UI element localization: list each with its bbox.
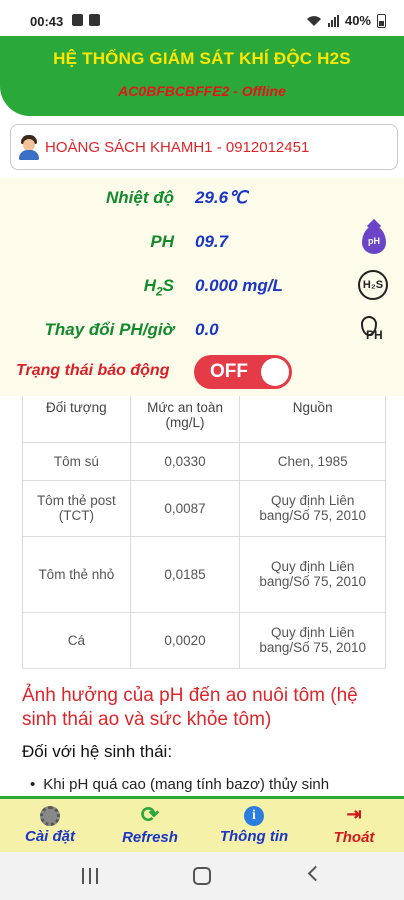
ph-row: PH 09.7 pH bbox=[0, 222, 404, 262]
table-row: Tôm thẻ nhỏ 0,0185 Quy định Liên bang/Số… bbox=[22, 535, 386, 613]
nav-label: Thông tin bbox=[219, 828, 289, 845]
alarm-row: Trạng thái báo động OFF bbox=[0, 352, 404, 392]
notification-icons bbox=[72, 14, 100, 26]
article-title: Ảnh hưởng của pH đến ao nuôi tôm (hệ sin… bbox=[22, 685, 358, 730]
table-cell: 0,0185 bbox=[129, 535, 241, 613]
alarm-toggle-text: OFF bbox=[210, 361, 248, 382]
wifi-icon bbox=[306, 15, 321, 26]
user-avatar-icon bbox=[17, 134, 41, 160]
ph-change-label: Thay đổi PH/giờ bbox=[44, 320, 174, 339]
h2s-icon: H₂S bbox=[358, 270, 390, 302]
app-title: HỆ THỐNG GIÁM SÁT KHÍ ĐỘC H2S bbox=[53, 49, 351, 68]
ph-label: PH bbox=[150, 232, 174, 251]
table-header: Mức an toàn (mg/L) bbox=[129, 396, 241, 443]
table-cell: 0,0087 bbox=[129, 479, 241, 537]
refresh-icon: ⟳ bbox=[140, 802, 160, 827]
nav-refresh-button[interactable]: ⟳ Refresh bbox=[100, 801, 200, 847]
temperature-label: Nhiệt độ bbox=[106, 188, 174, 207]
nav-label: Refresh bbox=[122, 829, 178, 846]
device-status: AC0BFBCBFFE2 - Offline bbox=[118, 83, 286, 99]
status-time: 00:43 bbox=[30, 14, 64, 29]
gallery-icon bbox=[89, 14, 100, 26]
alarm-label: Trạng thái báo động bbox=[16, 362, 170, 379]
table-header-row: Đối tượng Mức an toàn (mg/L) Nguồn bbox=[22, 396, 386, 443]
temperature-value: 29.6℃ bbox=[195, 188, 248, 207]
table-header: Đối tượng bbox=[22, 396, 131, 443]
table-cell: 0,0330 bbox=[129, 441, 241, 481]
recent-apps-icon[interactable] bbox=[82, 868, 98, 884]
info-icon: i bbox=[244, 806, 264, 826]
table-cell: Tôm thẻ nhỏ bbox=[22, 535, 131, 613]
battery-icon bbox=[377, 13, 386, 28]
bottom-nav: Cài đặt ⟳ Refresh i Thông tin ⇥ Thoát bbox=[0, 796, 404, 852]
table-cell: Quy định Liên bang/Số 75, 2010 bbox=[239, 479, 386, 537]
user-card[interactable]: HOÀNG SÁCH KHAMH1 - 0912012451 bbox=[10, 124, 398, 170]
signal-icon bbox=[327, 14, 339, 27]
temperature-row: Nhiệt độ 29.6℃ bbox=[0, 178, 404, 218]
table-cell: Quy định Liên bang/Số 75, 2010 bbox=[239, 611, 386, 669]
nav-label: Cài đặt bbox=[24, 828, 75, 845]
status-bar: 00:43 40% bbox=[0, 0, 404, 36]
h2s-row: H2S 0.000 mg/L H₂S bbox=[0, 266, 404, 306]
table-cell: Quy định Liên bang/Số 75, 2010 bbox=[239, 535, 386, 613]
settings-icon bbox=[40, 806, 60, 826]
back-icon[interactable] bbox=[307, 865, 324, 882]
system-nav-bar bbox=[0, 852, 404, 900]
h2s-label: H2S bbox=[143, 276, 174, 299]
logout-icon: ⇥ bbox=[346, 804, 362, 824]
alarm-toggle[interactable]: OFF bbox=[194, 355, 292, 389]
table-cell: 0,0020 bbox=[129, 611, 241, 669]
battery-percent: 40% bbox=[344, 13, 371, 28]
table-row: Cá 0,0020 Quy định Liên bang/Số 75, 2010 bbox=[22, 611, 386, 669]
ph-drop-icon: pH bbox=[358, 226, 390, 258]
nav-label: Thoát bbox=[333, 829, 375, 846]
table-header: Nguồn bbox=[239, 396, 386, 443]
table-cell: Chen, 1985 bbox=[239, 441, 386, 481]
ph-change-row: Thay đổi PH/giờ 0.0 PH bbox=[0, 310, 404, 350]
info-content[interactable]: Đối tượng Mức an toàn (mg/L) Nguồn Tôm s… bbox=[0, 396, 404, 796]
article-bullet: Khi pH quá cao (mang tính bazơ) thủy sin… bbox=[30, 776, 329, 793]
ph-change-value: 0.0 bbox=[195, 320, 219, 339]
article-section-title: Đối với hệ sinh thái: bbox=[22, 742, 173, 761]
table-row: Tôm sú 0,0330 Chen, 1985 bbox=[22, 441, 386, 481]
ph-value: 09.7 bbox=[195, 232, 229, 251]
app-header: HỆ THỐNG GIÁM SÁT KHÍ ĐỘC H2S AC0BFBCBFF… bbox=[0, 36, 404, 116]
table-cell: Tôm thẻ post (TCT) bbox=[22, 479, 131, 537]
nav-logout-button[interactable]: ⇥ Thoát bbox=[304, 801, 404, 846]
table-row: Tôm thẻ post (TCT) 0,0087 Quy định Liên … bbox=[22, 479, 386, 537]
notification-icon bbox=[72, 14, 83, 26]
status-right: 40% bbox=[306, 13, 386, 28]
h2s-value: 0.000 mg/L bbox=[195, 276, 283, 295]
ph-change-icon: PH bbox=[358, 314, 390, 346]
toggle-knob bbox=[261, 358, 289, 386]
nav-info-button[interactable]: i Thông tin bbox=[204, 801, 304, 845]
nav-settings-button[interactable]: Cài đặt bbox=[0, 801, 100, 845]
readings-panel: Nhiệt độ 29.6℃ PH 09.7 pH H2S 0.000 mg/L… bbox=[0, 178, 404, 396]
table-cell: Cá bbox=[22, 611, 131, 669]
h2s-safety-table: Đối tượng Mức an toàn (mg/L) Nguồn Tôm s… bbox=[22, 396, 386, 669]
home-icon[interactable] bbox=[193, 867, 211, 885]
user-name: HOÀNG SÁCH KHAMH1 - 0912012451 bbox=[45, 138, 310, 156]
table-cell: Tôm sú bbox=[22, 441, 131, 481]
